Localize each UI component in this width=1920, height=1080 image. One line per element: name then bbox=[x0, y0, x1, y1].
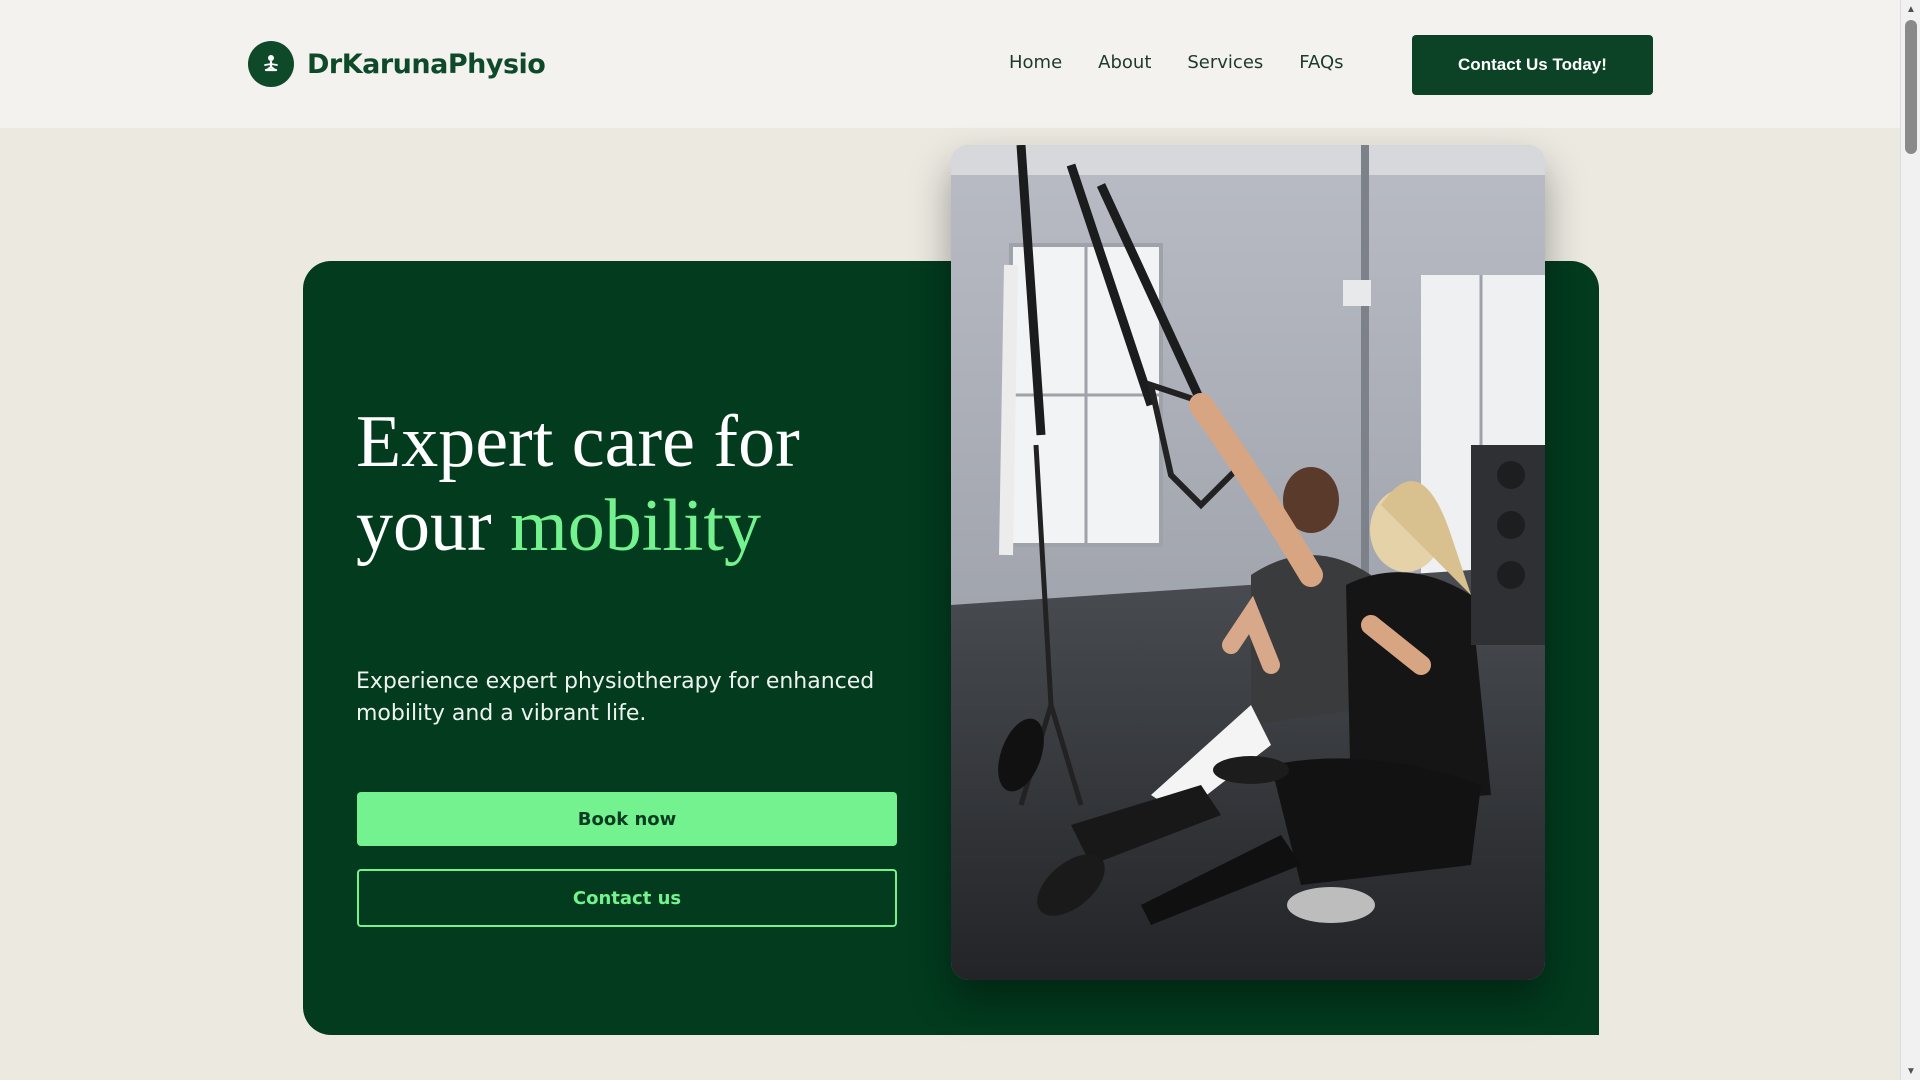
hero-title-line2-prefix: your bbox=[356, 485, 511, 567]
meditation-person-icon bbox=[248, 41, 294, 87]
scroll-up-arrow-icon[interactable]: ▲ bbox=[1901, 0, 1920, 18]
hero-description: Experience expert physiotherapy for enha… bbox=[356, 669, 875, 726]
hero-title-accent: mobility bbox=[510, 485, 761, 567]
contact-us-today-button[interactable]: Contact Us Today! bbox=[1412, 35, 1653, 95]
brand-logo[interactable]: DrKarunaPhysio bbox=[248, 41, 546, 87]
scrollbar-thumb[interactable] bbox=[1905, 20, 1917, 154]
site-header: DrKarunaPhysio Home About Services FAQs … bbox=[0, 0, 1900, 128]
nav-home-link[interactable]: Home bbox=[1009, 52, 1062, 73]
scroll-down-arrow-icon[interactable]: ▼ bbox=[1901, 1062, 1920, 1080]
contact-us-button[interactable]: Contact us bbox=[357, 869, 897, 927]
page: DrKarunaPhysio Home About Services FAQs … bbox=[0, 0, 1920, 1080]
nav-about-link[interactable]: About bbox=[1098, 52, 1151, 73]
nav-faqs-link[interactable]: FAQs bbox=[1299, 52, 1343, 73]
hero-title-line1: Expert care for bbox=[356, 401, 800, 483]
book-now-button[interactable]: Book now bbox=[357, 792, 897, 846]
nav-services-link[interactable]: Services bbox=[1187, 52, 1263, 73]
gym-physiotherapy-training-photo bbox=[951, 145, 1545, 980]
main-nav: Home About Services FAQs bbox=[1009, 52, 1344, 73]
vertical-scrollbar[interactable]: ▲ ▼ bbox=[1900, 0, 1920, 1080]
brand-name: DrKarunaPhysio bbox=[307, 48, 546, 80]
hero-title: Expert care for your mobility bbox=[356, 400, 916, 568]
